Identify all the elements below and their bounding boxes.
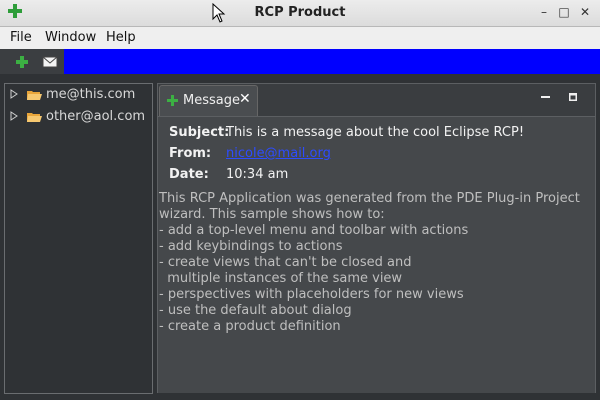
plus-icon[interactable] bbox=[14, 54, 30, 70]
tree-item-label: me@this.com bbox=[46, 87, 136, 102]
application-window: RCP Product – □ ✕ File Window Help me@th… bbox=[0, 0, 600, 400]
expand-arrow-icon[interactable] bbox=[10, 89, 18, 99]
navigation-view: me@this.com other@aol.com bbox=[4, 83, 153, 394]
from-link[interactable]: nicole@mail.org bbox=[226, 146, 331, 161]
menu-window[interactable]: Window bbox=[45, 30, 96, 45]
mouse-cursor-icon bbox=[212, 3, 226, 23]
message-view: Message ✕ Subject: This is a message abo… bbox=[157, 83, 596, 393]
message-content: Subject: This is a message about the coo… bbox=[158, 116, 595, 393]
folder-icon bbox=[27, 113, 42, 122]
date-value: 10:34 am bbox=[226, 167, 289, 182]
plus-icon bbox=[167, 95, 178, 106]
minimize-window-button[interactable]: – bbox=[537, 5, 551, 19]
expand-arrow-icon[interactable] bbox=[10, 111, 18, 121]
folder-icon bbox=[27, 91, 42, 100]
maximize-view-icon[interactable] bbox=[568, 92, 578, 102]
from-label: From: bbox=[169, 146, 212, 161]
message-body: This RCP Application was generated from … bbox=[159, 191, 580, 334]
tree-item-account[interactable]: other@aol.com bbox=[5, 107, 152, 127]
minimize-view-icon[interactable] bbox=[540, 91, 552, 103]
view-tab-bar: Message ✕ bbox=[158, 84, 595, 116]
subject-label: Subject: bbox=[169, 125, 230, 140]
tab-label: Message bbox=[183, 93, 240, 108]
maximize-window-button[interactable]: □ bbox=[557, 5, 571, 19]
window-title: RCP Product bbox=[254, 5, 346, 20]
menu-bar: File Window Help bbox=[0, 27, 600, 50]
toolbar bbox=[0, 49, 600, 74]
date-label: Date: bbox=[169, 167, 209, 182]
tree-item-account[interactable]: me@this.com bbox=[5, 85, 152, 105]
close-window-button[interactable]: ✕ bbox=[578, 5, 592, 19]
tree-item-label: other@aol.com bbox=[46, 109, 146, 124]
menu-file[interactable]: File bbox=[10, 30, 32, 45]
subject-value: This is a message about the cool Eclipse… bbox=[226, 125, 525, 140]
toolbar-accent-bar bbox=[64, 49, 600, 74]
title-bar[interactable]: RCP Product – □ ✕ bbox=[0, 0, 600, 27]
mail-icon[interactable] bbox=[42, 54, 58, 70]
menu-help[interactable]: Help bbox=[106, 30, 136, 45]
tab-message[interactable]: Message ✕ bbox=[159, 85, 258, 116]
close-tab-icon[interactable]: ✕ bbox=[239, 91, 251, 107]
